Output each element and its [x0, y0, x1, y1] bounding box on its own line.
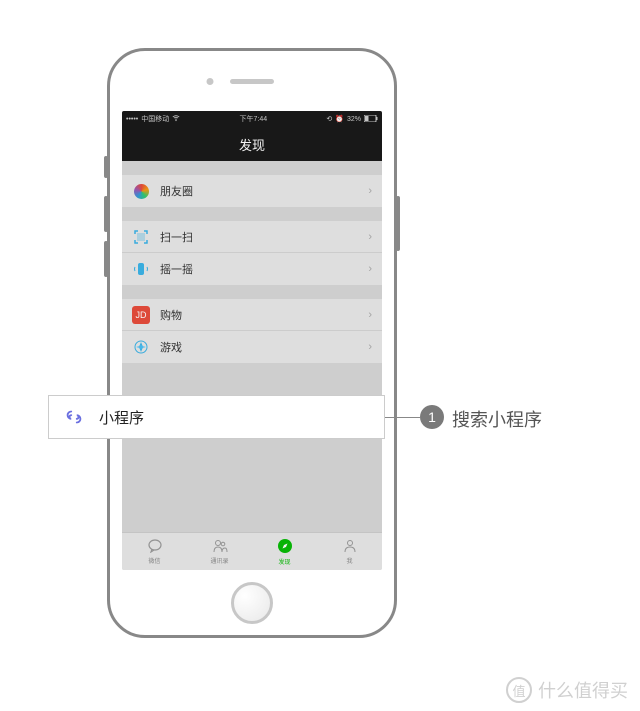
- phone-screen: ••••• 中国移动 下午7:44 ⟲ ⏰ 32% 发现: [122, 111, 382, 570]
- phone-camera: [207, 78, 214, 85]
- phone-frame: ••••• 中国移动 下午7:44 ⟲ ⏰ 32% 发现: [107, 48, 397, 638]
- discover-content[interactable]: 朋友圈 › 扫一扫 › 摇一摇 ›: [122, 161, 382, 532]
- group-shop-game: JD 购物 › 游戏 ›: [122, 299, 382, 363]
- step-badge: 1: [420, 405, 444, 429]
- chevron-right-icon: ›: [368, 341, 372, 353]
- row-label: 小程序: [99, 407, 144, 428]
- row-scan[interactable]: 扫一扫 ›: [122, 221, 382, 253]
- group-scan-shake: 扫一扫 › 摇一摇 ›: [122, 221, 382, 285]
- contacts-icon: [212, 539, 228, 555]
- tab-label: 通讯录: [210, 556, 228, 565]
- tab-contacts[interactable]: 通讯录: [187, 533, 252, 570]
- row-label: 朋友圈: [160, 183, 193, 199]
- tab-wechat[interactable]: 微信: [122, 533, 187, 570]
- step-number: 1: [428, 409, 436, 425]
- watermark-badge-icon: 值: [506, 677, 532, 703]
- chevron-right-icon: ›: [368, 231, 372, 243]
- volume-down-button: [104, 241, 108, 277]
- row-games[interactable]: 游戏 ›: [122, 331, 382, 363]
- watermark: 值 什么值得买: [506, 677, 628, 703]
- discover-icon: [277, 538, 293, 556]
- nav-bar: 发现: [122, 127, 382, 161]
- callout-connector: [385, 417, 420, 418]
- moments-icon: [132, 182, 150, 200]
- carrier-label: 中国移动: [141, 114, 169, 124]
- orientation-lock-icon: ⟲: [326, 115, 332, 123]
- me-icon: [342, 539, 358, 555]
- tab-me[interactable]: 我: [317, 533, 382, 570]
- row-miniprogram[interactable]: 小程序: [48, 395, 385, 439]
- battery-icon: [364, 115, 378, 124]
- tab-label: 微信: [148, 556, 160, 565]
- tab-label: 发现: [278, 557, 290, 566]
- signal-icon: •••••: [126, 116, 138, 123]
- chat-icon: [147, 539, 163, 555]
- row-label: 购物: [160, 307, 182, 323]
- chevron-right-icon: ›: [368, 309, 372, 321]
- scan-icon: [132, 228, 150, 246]
- mute-switch: [104, 156, 108, 178]
- phone-speaker: [230, 79, 274, 84]
- row-shake[interactable]: 摇一摇 ›: [122, 253, 382, 285]
- tab-label: 我: [346, 556, 352, 565]
- watermark-text: 什么值得买: [538, 677, 628, 703]
- time-label: 下午7:44: [240, 114, 268, 124]
- battery-pct: 32%: [347, 116, 361, 123]
- status-bar: ••••• 中国移动 下午7:44 ⟲ ⏰ 32%: [122, 111, 382, 127]
- tab-bar: 微信 通讯录 发现 我: [122, 532, 382, 570]
- chevron-right-icon: ›: [368, 263, 372, 275]
- step-text: 搜索小程序: [452, 406, 542, 432]
- power-button: [396, 196, 400, 251]
- wifi-icon: [172, 115, 180, 124]
- row-shopping[interactable]: JD 购物 ›: [122, 299, 382, 331]
- home-button[interactable]: [231, 582, 273, 624]
- row-label: 游戏: [160, 339, 182, 355]
- shopping-icon: JD: [132, 306, 150, 324]
- group-moments: 朋友圈 ›: [122, 175, 382, 207]
- tab-discover[interactable]: 发现: [252, 533, 317, 570]
- volume-up-button: [104, 196, 108, 232]
- games-icon: [132, 338, 150, 356]
- miniprogram-icon: [63, 406, 85, 428]
- chevron-right-icon: ›: [368, 185, 372, 197]
- shake-icon: [132, 260, 150, 278]
- nav-title: 发现: [239, 135, 265, 154]
- row-label: 摇一摇: [160, 261, 193, 277]
- row-label: 扫一扫: [160, 229, 193, 245]
- row-moments[interactable]: 朋友圈 ›: [122, 175, 382, 207]
- alarm-icon: ⏰: [335, 115, 344, 123]
